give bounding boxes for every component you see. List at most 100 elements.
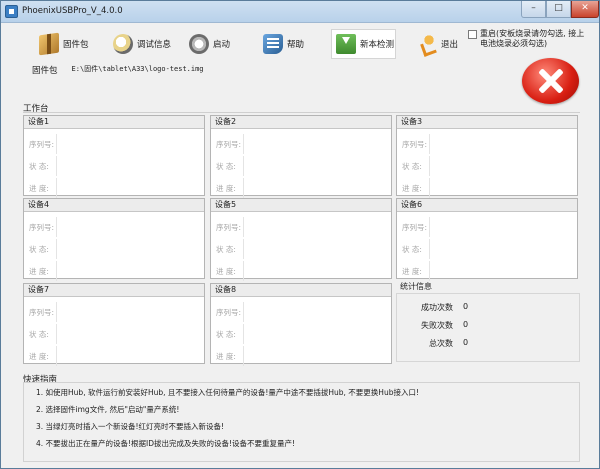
help-book-icon (263, 34, 283, 54)
progress-value (243, 346, 391, 366)
status-label: 状 态: (216, 161, 236, 171)
progress-label: 进 度: (216, 266, 236, 276)
device-status-row: 状 态: (211, 239, 391, 259)
device-status-row: 状 态: (211, 156, 391, 176)
device-title: 设备4 (24, 199, 204, 212)
main-window: PhoenixUSBPro_V_4.0.0 – □ ✕ 固件包 调试信息 启动 … (0, 0, 600, 469)
device-title: 设备6 (397, 199, 577, 212)
device-serial-row: 序列号: (211, 134, 391, 154)
close-button[interactable]: ✕ (571, 1, 599, 18)
serial-value (243, 217, 391, 237)
device-status-row: 状 态: (397, 156, 577, 176)
device-serial-row: 序列号: (24, 134, 204, 154)
statistics-box: 成功次数 0 失败次数 0 总次数 0 (396, 293, 580, 362)
total-count-label: 总次数 (429, 339, 453, 348)
serial-value (243, 134, 391, 154)
serial-label: 序列号: (216, 222, 242, 232)
status-label: 状 态: (29, 161, 49, 171)
device-status-row: 状 态: (211, 324, 391, 344)
device-title: 设备7 (24, 284, 204, 297)
status-value (56, 324, 204, 344)
progress-value (56, 346, 204, 366)
device-serial-row: 序列号: (24, 302, 204, 322)
start-button[interactable]: 启动 (185, 29, 241, 59)
minimize-button[interactable]: – (521, 1, 546, 18)
progress-label: 进 度: (29, 183, 49, 193)
status-value (243, 156, 391, 176)
fail-count-label: 失败次数 (421, 321, 453, 330)
progress-label: 进 度: (216, 183, 236, 193)
status-label: 状 态: (216, 244, 236, 254)
fail-count: 失败次数 0 (397, 320, 579, 331)
guide-tip: 3. 当绿灯亮时插入一个新设备!红灯亮时不要插入新设备! (36, 422, 225, 431)
device-progress-row: 进 度: (397, 178, 577, 198)
device-serial-row: 序列号: (211, 302, 391, 322)
serial-label: 序列号: (29, 307, 55, 317)
device-panel: 设备7 序列号: 状 态: 进 度: (23, 283, 205, 366)
update-icon (336, 34, 356, 54)
firmware-path-value: E:\固件\tablet\A33\logo-test.img (71, 65, 204, 73)
serial-label: 序列号: (402, 222, 428, 232)
window-title: PhoenixUSBPro_V_4.0.0 (22, 6, 123, 16)
reboot-checkbox[interactable] (468, 30, 477, 39)
toolbar: 固件包 调试信息 启动 帮助 新本检测 退出 (29, 29, 458, 59)
debug-label: 调试信息 (137, 40, 172, 50)
serial-value (56, 134, 204, 154)
exit-label: 退出 (441, 40, 459, 50)
debug-icon (113, 34, 133, 54)
total-count: 总次数 0 (397, 338, 579, 349)
device-progress-row: 进 度: (211, 178, 391, 198)
device-title: 设备1 (24, 116, 204, 129)
guide-tip: 4. 不要拔出正在量产的设备!根据ID拔出完成及失败的设备!设备不要重复量产! (36, 439, 296, 448)
device-serial-row: 序列号: (211, 217, 391, 237)
device-progress-row: 进 度: (211, 346, 391, 366)
progress-label: 进 度: (402, 183, 422, 193)
status-label: 状 态: (216, 329, 236, 339)
fail-count-value: 0 (463, 320, 469, 329)
device-serial-row: 序列号: (397, 134, 577, 154)
status-label: 状 态: (29, 329, 49, 339)
success-count: 成功次数 0 (397, 302, 579, 313)
statistics-panel: 统计信息 成功次数 0 失败次数 0 总次数 0 (396, 281, 580, 362)
exit-button[interactable]: 退出 (413, 29, 463, 59)
title-bar[interactable]: PhoenixUSBPro_V_4.0.0 – □ ✕ (1, 1, 599, 23)
help-button[interactable]: 帮助 (259, 29, 319, 59)
start-label: 启动 (213, 40, 231, 50)
status-value (243, 239, 391, 259)
device-progress-row: 进 度: (24, 346, 204, 366)
serial-value (429, 217, 577, 237)
check-update-button[interactable]: 新本检测 (331, 29, 396, 59)
device-title: 设备2 (211, 116, 391, 129)
success-count-label: 成功次数 (421, 303, 453, 312)
quick-guide-box: 1. 如使用Hub, 软件运行前安装好Hub, 且不要接入任何待量产的设备!量产… (23, 382, 580, 462)
firmware-button[interactable]: 固件包 (35, 29, 95, 59)
statistics-title: 统计信息 (400, 282, 432, 291)
status-value (429, 239, 577, 259)
check-update-label: 新本检测 (360, 40, 395, 50)
progress-label: 进 度: (216, 351, 236, 361)
serial-value (56, 302, 204, 322)
firmware-label: 固件包 (63, 40, 89, 50)
device-panel: 设备5 序列号: 状 态: 进 度: (210, 198, 392, 281)
debug-info-button[interactable]: 调试信息 (109, 29, 179, 59)
device-serial-row: 序列号: (397, 217, 577, 237)
reboot-label: 重启(安板烧录请勿勾选, 接上电池烧录必须勾选) (480, 29, 585, 48)
device-title: 设备3 (397, 116, 577, 129)
reboot-option[interactable]: 重启(安板烧录请勿勾选, 接上电池烧录必须勾选) (468, 29, 588, 49)
app-icon (5, 5, 18, 18)
device-serial-row: 序列号: (24, 217, 204, 237)
serial-label: 序列号: (29, 139, 55, 149)
serial-value (56, 217, 204, 237)
progress-value (429, 178, 577, 198)
device-progress-row: 进 度: (24, 261, 204, 281)
device-status-row: 状 态: (24, 239, 204, 259)
device-progress-row: 进 度: (397, 261, 577, 281)
progress-value (243, 178, 391, 198)
serial-label: 序列号: (216, 307, 242, 317)
running-man-icon (417, 34, 437, 54)
maximize-button[interactable]: □ (546, 1, 571, 18)
guide-tip: 1. 如使用Hub, 软件运行前安装好Hub, 且不要接入任何待量产的设备!量产… (36, 388, 419, 397)
serial-label: 序列号: (402, 139, 428, 149)
guide-tip: 2. 选择固件img文件, 然后"启动"量产系统! (36, 405, 180, 414)
device-title: 设备5 (211, 199, 391, 212)
